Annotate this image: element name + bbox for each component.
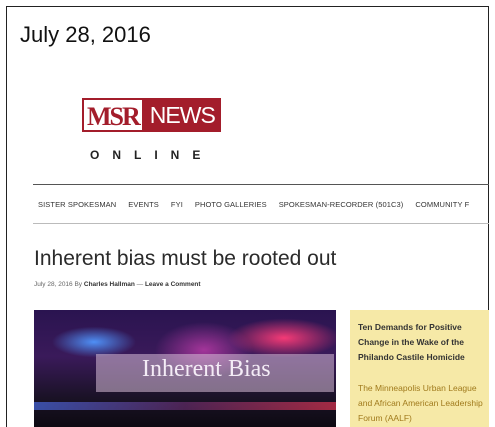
nav-item-sister-spokesman[interactable]: SISTER SPOKESMAN <box>38 200 116 209</box>
byline-author[interactable]: Charles Hallman <box>84 281 135 288</box>
sidebar-widget: Ten Demands for Positive Change in the W… <box>350 310 489 427</box>
date-caption: July 28, 2016 <box>20 22 151 47</box>
logo-msr: MSR <box>82 98 144 132</box>
sidebar-heading-link[interactable]: Ten Demands for Positive Change in the W… <box>358 320 483 365</box>
site-logo[interactable]: MSR NEWS ONLINE <box>82 98 221 162</box>
nav-item-fyi[interactable]: FYI <box>171 200 183 209</box>
sidebar-excerpt: The Minneapolis Urban League and African… <box>358 383 483 423</box>
hero-image: Inherent Bias <box>34 310 336 427</box>
byline-date: July 28, 2016 By <box>34 281 83 288</box>
byline-separator: — <box>136 281 144 288</box>
main-nav: SISTER SPOKESMAN EVENTS FYI PHOTO GALLER… <box>33 184 489 224</box>
hero-caption: Inherent Bias <box>142 356 271 382</box>
logo-news: NEWS <box>143 98 221 132</box>
nav-item-community[interactable]: COMMUNITY F <box>415 200 469 209</box>
nav-item-events[interactable]: EVENTS <box>128 200 159 209</box>
nav-item-photo-galleries[interactable]: PHOTO GALLERIES <box>195 200 267 209</box>
article-byline: July 28, 2016 By Charles Hallman — Leave… <box>34 281 201 288</box>
logo-online: ONLINE <box>90 148 214 162</box>
article-title: Inherent bias must be rooted out <box>34 247 337 270</box>
nav-item-spokesman-recorder[interactable]: SPOKESMAN-RECORDER (501C3) <box>279 200 404 209</box>
logo-wordmark: MSR NEWS <box>82 98 221 132</box>
leave-comment-link[interactable]: Leave a Comment <box>145 281 201 288</box>
police-light-streak <box>34 402 336 410</box>
